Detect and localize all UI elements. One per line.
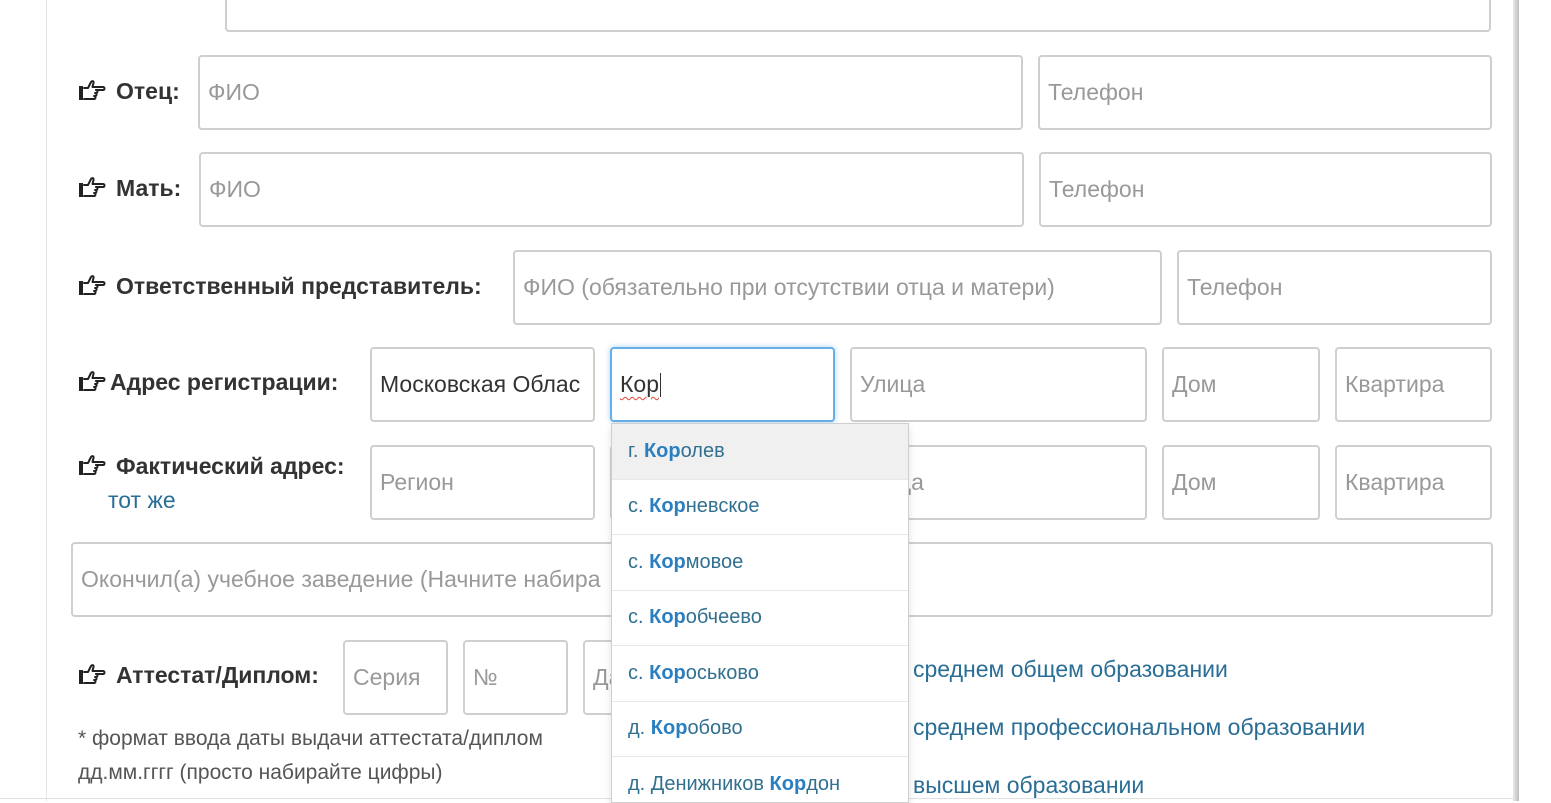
fact-house-placeholder: Дом [1172, 469, 1217, 495]
date-format-note-line1: * формат ввода даты выдачи аттестата/дип… [78, 727, 543, 750]
item-match: Кор [649, 550, 686, 573]
item-match: Кор [649, 661, 686, 684]
reg-city-value: Кор [620, 371, 659, 397]
reg-house-placeholder: Дом [1172, 371, 1217, 397]
hand-pointing-right-icon [78, 79, 106, 103]
hand-pointing-right-icon [78, 454, 106, 478]
item-match: Кор [649, 606, 686, 629]
autocomplete-item[interactable]: с. Кор мовое [612, 535, 908, 591]
hand-pointing-right-icon [78, 370, 106, 394]
text-caret [659, 372, 661, 397]
reg-apt-placeholder: Квартира [1345, 371, 1445, 397]
school-placeholder: Окончил(а) учебное заведение (Начните на… [81, 566, 601, 592]
mother-phone-placeholder: Телефон [1049, 176, 1145, 202]
mother-label: Мать: [116, 174, 182, 201]
item-prefix: д. Денижников [628, 772, 770, 795]
item-rest: обово [687, 717, 743, 740]
autocomplete-item[interactable]: д. Кор обово [612, 702, 908, 757]
autocomplete-item[interactable]: с. Кор невское [612, 480, 908, 535]
same-address-link[interactable]: тот же [108, 487, 176, 514]
father-label: Отец: [116, 77, 180, 104]
hand-pointing-right-icon [78, 176, 106, 200]
hand-pointing-right-icon [78, 274, 106, 298]
autocomplete-item[interactable]: д. Денижников Кор дон [612, 757, 908, 802]
item-match: Кор [649, 495, 686, 518]
item-rest: невское [685, 495, 760, 518]
father-fio-input[interactable]: ФИО [198, 55, 1023, 130]
father-phone-input[interactable]: Телефон [1038, 55, 1492, 130]
top-field[interactable] [225, 0, 1491, 32]
reg-street-placeholder: Улица [860, 371, 926, 397]
reg-address-label-row: Адрес регистрации: [78, 365, 338, 399]
item-match: Кор [643, 439, 681, 462]
father-phone-placeholder: Телефон [1048, 79, 1144, 105]
item-prefix: г. [628, 439, 644, 462]
reg-region-input[interactable]: Московская Облас [370, 347, 595, 422]
mother-fio-input[interactable]: ФИО [199, 152, 1024, 227]
cert-series-input[interactable]: Серия [343, 640, 448, 715]
item-prefix: с. [628, 661, 650, 684]
autocomplete-item[interactable]: с. Кор оськово [612, 646, 908, 702]
certificate-label: Аттестат/Диплом: [116, 661, 319, 688]
fact-address-label: Фактический адрес: [116, 452, 345, 479]
mother-fio-placeholder: ФИО [209, 176, 261, 202]
guardian-fio-placeholder: ФИО (обязательно при отсутствии отца и м… [523, 274, 1055, 300]
autocomplete-item[interactable]: с. Кор обчеево [612, 591, 908, 646]
page-scrollbar-edge [1513, 0, 1519, 801]
cert-option-higher[interactable]: высшем образовании [913, 772, 1144, 799]
guardian-label-row: Ответственный представитель: [78, 269, 482, 303]
item-rest: олев [680, 439, 725, 462]
guardian-phone-placeholder: Телефон [1187, 274, 1283, 300]
item-prefix: с. [628, 606, 650, 629]
item-rest: мовое [685, 550, 744, 573]
reg-street-input[interactable]: Улица [850, 347, 1147, 422]
guardian-label: Ответственный представитель: [116, 272, 482, 299]
cert-series-placeholder: Серия [353, 664, 421, 690]
item-prefix: с. [628, 550, 650, 573]
city-autocomplete-dropdown: г. Кор олев с. Кор невское с. Кор мовое с. … [611, 423, 909, 803]
page-border-left [46, 0, 47, 801]
item-rest: обчеево [685, 606, 762, 629]
date-format-note-line2: дд.мм.гггг (просто набирайте цифры) [78, 761, 443, 784]
father-fio-placeholder: ФИО [208, 79, 260, 105]
mother-label-row: Мать: [78, 171, 181, 205]
fact-house-input[interactable]: Дом [1162, 445, 1320, 520]
item-match: Кор [650, 717, 688, 740]
father-label-row: Отец: [78, 74, 180, 108]
fact-region-input[interactable]: Регион [370, 445, 595, 520]
reg-region-value: Московская Облас [380, 371, 581, 397]
certificate-label-row: Аттестат/Диплом: [78, 658, 319, 692]
fact-apt-input[interactable]: Квартира [1335, 445, 1492, 520]
item-prefix: с. [628, 495, 650, 518]
cert-number-placeholder: № [473, 664, 498, 690]
reg-city-input[interactable]: Кор [610, 347, 835, 422]
item-match: Кор [769, 772, 807, 795]
fact-address-label-row: Фактический адрес: [78, 449, 345, 483]
cert-option-secondary-professional[interactable]: среднем профессиональном образовании [913, 714, 1365, 741]
reg-address-label: Адрес регистрации: [110, 368, 339, 395]
guardian-phone-input[interactable]: Телефон [1177, 250, 1492, 325]
cert-number-input[interactable]: № [463, 640, 568, 715]
fact-apt-placeholder: Квартира [1345, 469, 1445, 495]
item-prefix: д. [628, 717, 651, 740]
guardian-fio-input[interactable]: ФИО (обязательно при отсутствии отца и м… [513, 250, 1162, 325]
reg-house-input[interactable]: Дом [1162, 347, 1320, 422]
item-rest: дон [806, 772, 841, 795]
fact-region-placeholder: Регион [380, 469, 454, 495]
reg-apt-input[interactable]: Квартира [1335, 347, 1492, 422]
cert-option-secondary-general[interactable]: среднем общем образовании [913, 656, 1228, 683]
hand-pointing-right-icon [78, 663, 106, 687]
item-rest: оськово [685, 661, 759, 684]
mother-phone-input[interactable]: Телефон [1039, 152, 1492, 227]
autocomplete-item[interactable]: г. Кор олев [612, 424, 908, 480]
